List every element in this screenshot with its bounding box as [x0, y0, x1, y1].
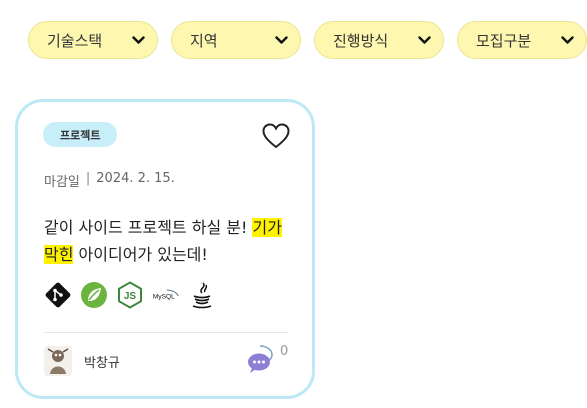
filter-label: 진행방식 — [333, 31, 389, 50]
deadline-label: 마감일 — [44, 175, 80, 190]
git-icon — [44, 281, 72, 309]
chevron-down-icon — [417, 33, 431, 47]
title-text: 아이디어가 있는데! — [73, 245, 208, 264]
post-card[interactable]: 프로젝트 마감일 | 2024. 2. 15. 같이 사이드 프로젝트 하실 분… — [15, 99, 315, 399]
deadline: 마감일 | 2024. 2. 15. — [44, 171, 175, 190]
svg-text:JS: JS — [124, 291, 137, 302]
filter-label: 기술스택 — [47, 31, 103, 50]
filter-label: 모집구분 — [476, 31, 532, 50]
filter-region[interactable]: 지역 — [171, 21, 301, 59]
title-text: 같이 사이드 프로젝트 하실 분! — [44, 218, 253, 237]
chevron-down-icon — [131, 33, 145, 47]
chevron-down-icon — [274, 33, 288, 47]
comment-count-value: 0 — [280, 344, 289, 359]
nodejs-icon: JS — [116, 281, 144, 309]
filter-bar: 기술스택 지역 진행방식 모집구분 — [28, 21, 587, 59]
avatar — [44, 346, 72, 376]
comment-icon — [248, 345, 273, 373]
comment-count: 0 — [246, 342, 296, 382]
filter-label: 지역 — [190, 31, 218, 50]
filter-tech-stack[interactable]: 기술스택 — [28, 21, 158, 59]
post-title[interactable]: 같이 사이드 프로젝트 하실 분! 기가막힌 아이디어가 있는데! — [44, 214, 294, 268]
author-info[interactable]: 박창규 — [44, 346, 120, 376]
deadline-separator: | — [85, 171, 91, 186]
heart-icon[interactable] — [261, 122, 291, 150]
mysql-icon: MySQL — [152, 281, 180, 309]
category-badge: 프로젝트 — [43, 122, 118, 147]
filter-progress-type[interactable]: 진행방식 — [314, 21, 444, 59]
tech-stack-list: JS MySQL — [44, 281, 216, 309]
filter-recruit-type[interactable]: 모집구분 — [457, 21, 587, 59]
author-name: 박창규 — [84, 355, 120, 371]
svg-text:MySQL: MySQL — [153, 293, 175, 300]
chevron-down-icon — [560, 33, 574, 47]
java-icon — [188, 281, 216, 309]
deadline-date: 2024. 2. 15. — [96, 171, 175, 186]
spring-icon — [80, 281, 108, 309]
card-divider — [44, 332, 288, 333]
